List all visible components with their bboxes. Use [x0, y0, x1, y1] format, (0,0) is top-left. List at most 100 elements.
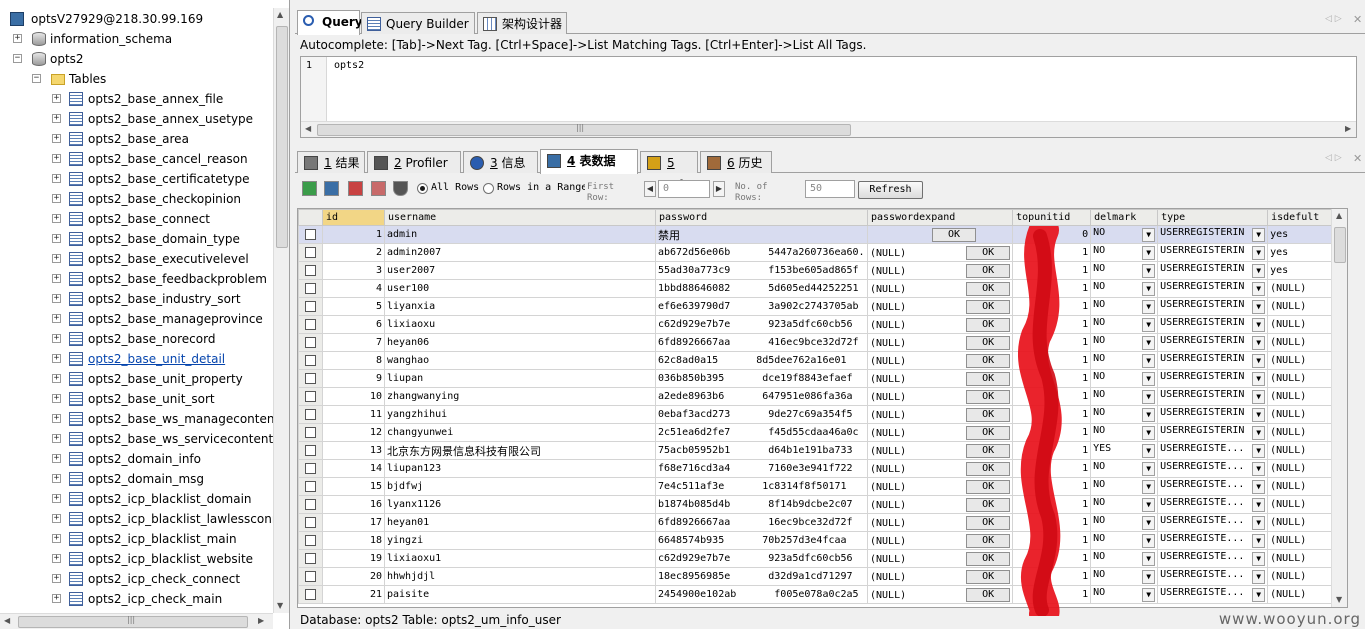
collapse-icon[interactable]: −: [32, 74, 41, 83]
cell-delmark[interactable]: NO ▼: [1090, 315, 1159, 334]
row-checkbox[interactable]: [305, 408, 316, 420]
tree-database[interactable]: + information_schema: [0, 29, 273, 49]
cell-username[interactable]: paisite: [384, 585, 656, 604]
scroll-thumb[interactable]: |||: [317, 123, 851, 136]
delete-row-icon[interactable]: [348, 181, 363, 196]
cell-passwordexpand[interactable]: (NULL) OK: [866, 531, 1014, 550]
cell-type[interactable]: USERREGISTERIN ▼: [1157, 387, 1269, 406]
scroll-left-icon[interactable]: ◀: [305, 122, 311, 136]
dropdown-arrow-icon[interactable]: ▼: [1252, 462, 1266, 476]
column-header-id[interactable]: id: [322, 209, 385, 226]
cell-topunitid[interactable]: 1: [1012, 423, 1092, 442]
table-row[interactable]: 8 wanghao 62c8ad0a15 8d5dee762a16e01 (NULL) O…: [298, 351, 1341, 370]
result-tab-4[interactable]: 4 表数据: [540, 149, 638, 174]
cell-id[interactable]: 2: [322, 243, 385, 262]
cell-passwordexpand[interactable]: OK: [866, 225, 1014, 244]
tree-table-item[interactable]: + opts2_base_ws_servicecontent: [0, 429, 273, 449]
scroll-left-icon[interactable]: ◀: [4, 614, 10, 628]
cell-isdefult[interactable]: (NULL): [1267, 369, 1341, 388]
expand-icon[interactable]: +: [52, 354, 61, 363]
cell-isdefult[interactable]: yes: [1267, 243, 1341, 262]
row-checkbox-cell[interactable]: [298, 441, 323, 460]
tree-table-item[interactable]: + opts2_base_connect: [0, 209, 273, 229]
dropdown-arrow-icon[interactable]: ▼: [1142, 552, 1156, 566]
scroll-right-icon[interactable]: ▶: [1345, 122, 1351, 136]
cell-username[interactable]: bjdfwj: [384, 477, 656, 496]
expand-icon[interactable]: +: [52, 294, 61, 303]
row-checkbox-cell[interactable]: [298, 279, 323, 298]
cell-id[interactable]: 4: [322, 279, 385, 298]
dropdown-arrow-icon[interactable]: ▼: [1252, 282, 1266, 296]
first-row-input[interactable]: 0: [658, 180, 710, 198]
row-checkbox[interactable]: [305, 516, 316, 528]
sql-code[interactable]: opts2: [334, 60, 364, 71]
cell-id[interactable]: 20: [322, 567, 385, 586]
cell-username[interactable]: lixiaoxu: [384, 315, 656, 334]
expand-icon[interactable]: +: [52, 274, 61, 283]
tree-table-item[interactable]: + opts2_base_annex_usetype: [0, 109, 273, 129]
cell-delmark[interactable]: NO ▼: [1090, 369, 1159, 388]
table-row[interactable]: 12 changyunwei 2c51ea6d2fe7 f45d55cdaa46a0c…: [298, 423, 1341, 442]
cell-delmark[interactable]: NO ▼: [1090, 225, 1159, 244]
cell-isdefult[interactable]: yes: [1267, 261, 1341, 280]
ok-button[interactable]: OK: [932, 227, 976, 242]
table-row[interactable]: 20 hhwhjdjl 18ec8956985e d32d9a1cd71297 (NUL…: [298, 567, 1341, 586]
cell-password[interactable]: 6fd8926667aa 416ec9bce32d72f: [655, 333, 868, 352]
expand-icon[interactable]: +: [52, 514, 61, 523]
row-checkbox-cell[interactable]: [298, 261, 323, 280]
dropdown-arrow-icon[interactable]: ▼: [1252, 444, 1266, 458]
cell-id[interactable]: 21: [322, 585, 385, 604]
cell-type[interactable]: USERREGISTE... ▼: [1157, 531, 1269, 550]
dropdown-arrow-icon[interactable]: ▼: [1142, 480, 1156, 494]
row-checkbox[interactable]: [305, 534, 316, 546]
insert-row-icon[interactable]: [302, 181, 317, 196]
tab-schema-designer[interactable]: 架构设计器: [477, 12, 567, 34]
cell-passwordexpand[interactable]: (NULL) OK: [866, 387, 1014, 406]
ok-button[interactable]: OK: [966, 335, 1011, 350]
table-row[interactable]: 5 liyanxia ef6e639790d7 3a902c2743705ab (NUL…: [298, 297, 1341, 316]
cell-delmark[interactable]: NO ▼: [1090, 495, 1159, 514]
tree-connection[interactable]: optsV27929@218.30.99.169: [0, 9, 273, 29]
delete-selected-icon[interactable]: [371, 181, 386, 196]
cell-isdefult[interactable]: (NULL): [1267, 531, 1341, 550]
expand-icon[interactable]: +: [52, 314, 61, 323]
ok-button[interactable]: OK: [966, 515, 1011, 530]
expand-icon[interactable]: +: [52, 214, 61, 223]
row-checkbox-cell[interactable]: [298, 405, 323, 424]
ok-button[interactable]: OK: [966, 371, 1011, 386]
expand-icon[interactable]: +: [52, 554, 61, 563]
cell-id[interactable]: 7: [322, 333, 385, 352]
cell-delmark[interactable]: NO ▼: [1090, 585, 1159, 604]
row-checkbox-cell[interactable]: [298, 477, 323, 496]
cell-delmark[interactable]: NO ▼: [1090, 279, 1159, 298]
row-checkbox-cell[interactable]: [298, 423, 323, 442]
tree-table-item[interactable]: + opts2_base_industry_sort: [0, 289, 273, 309]
prev-page-button[interactable]: ◀: [644, 181, 656, 197]
cell-id[interactable]: 1: [322, 225, 385, 244]
cell-delmark[interactable]: NO ▼: [1090, 549, 1159, 568]
column-header-delmark[interactable]: delmark: [1090, 209, 1159, 226]
ok-button[interactable]: OK: [966, 299, 1011, 314]
row-checkbox[interactable]: [305, 336, 316, 348]
cell-username[interactable]: yingzi: [384, 531, 656, 550]
cell-passwordexpand[interactable]: (NULL) OK: [866, 315, 1014, 334]
row-checkbox[interactable]: [305, 480, 316, 492]
cell-password[interactable]: 18ec8956985e d32d9a1cd71297: [655, 567, 868, 586]
dropdown-arrow-icon[interactable]: ▼: [1142, 426, 1156, 440]
dropdown-arrow-icon[interactable]: ▼: [1252, 516, 1266, 530]
dropdown-arrow-icon[interactable]: ▼: [1142, 282, 1156, 296]
cell-passwordexpand[interactable]: (NULL) OK: [866, 333, 1014, 352]
row-checkbox[interactable]: [305, 426, 316, 438]
ok-button[interactable]: OK: [966, 569, 1011, 584]
cell-password[interactable]: 7e4c511af3e 1c8314f8f50171: [655, 477, 868, 496]
ok-button[interactable]: OK: [966, 587, 1011, 602]
tree-table-item[interactable]: + opts2_base_norecord: [0, 329, 273, 349]
dropdown-arrow-icon[interactable]: ▼: [1252, 354, 1266, 368]
dropdown-arrow-icon[interactable]: ▼: [1142, 264, 1156, 278]
dropdown-arrow-icon[interactable]: ▼: [1142, 516, 1156, 530]
cell-isdefult[interactable]: (NULL): [1267, 351, 1341, 370]
cell-username[interactable]: admin: [384, 225, 656, 244]
dropdown-arrow-icon[interactable]: ▼: [1252, 318, 1266, 332]
cell-delmark[interactable]: YES ▼: [1090, 441, 1159, 460]
cell-passwordexpand[interactable]: (NULL) OK: [866, 567, 1014, 586]
